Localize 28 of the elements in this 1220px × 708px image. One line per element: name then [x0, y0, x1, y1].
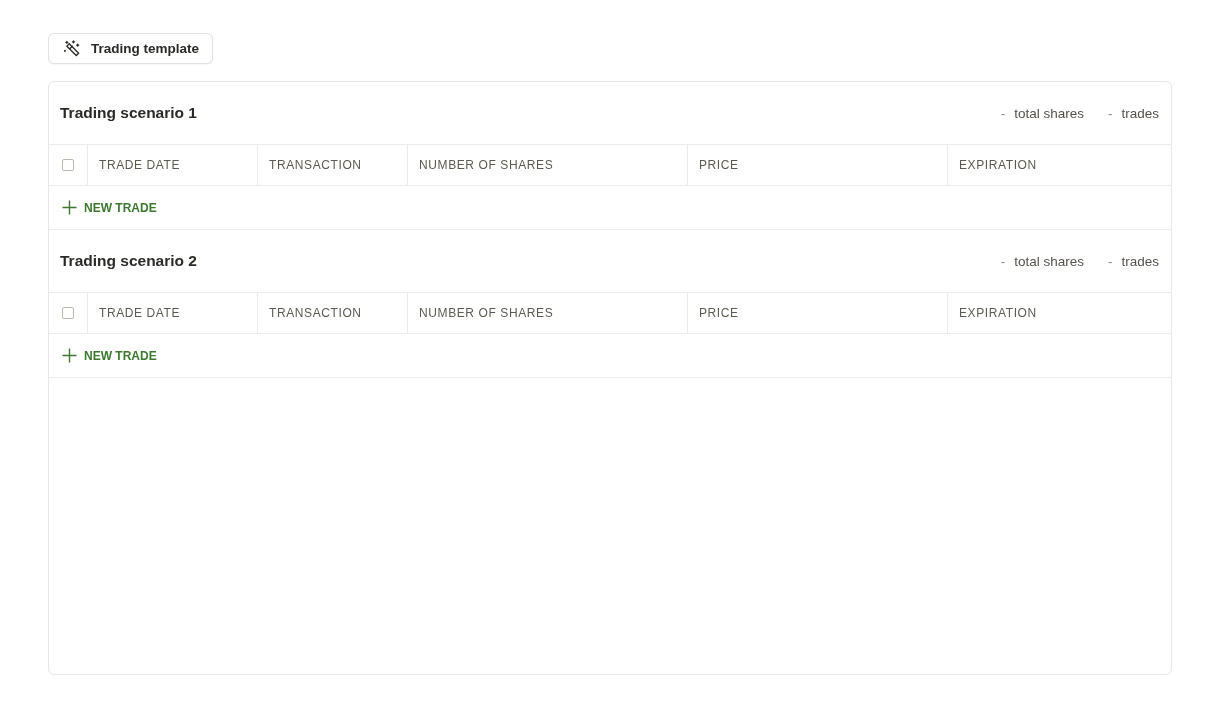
stat-label: trades: [1121, 105, 1159, 121]
new-trade-button[interactable]: NEW TRADE: [62, 348, 157, 363]
stat-value: -: [1107, 253, 1113, 269]
magic-wand-icon: [64, 40, 81, 57]
new-trade-button[interactable]: NEW TRADE: [62, 200, 157, 215]
column-header: EXPIRATION: [958, 157, 1038, 174]
stat-value: -: [1000, 105, 1006, 121]
stat-value: -: [1000, 253, 1006, 269]
column-header: TRANSACTION: [258, 293, 408, 333]
stat-label: total shares: [1014, 253, 1084, 269]
column-header: PRICE: [688, 293, 948, 333]
column-header: NUMBER OF SHARES: [408, 293, 688, 333]
scenario-title: Trading scenario 2: [60, 252, 197, 270]
column-header: TRADE DATE: [88, 145, 258, 185]
plus-icon: [62, 200, 77, 215]
column-header: EXPIRATION: [958, 305, 1038, 322]
select-all-checkbox[interactable]: [62, 159, 74, 171]
plus-icon: [62, 348, 77, 363]
column-header: NUMBER OF SHARES: [408, 145, 688, 185]
column-header: TRANSACTION: [258, 145, 408, 185]
stat-value: -: [1107, 105, 1113, 121]
column-header: TRADE DATE: [88, 293, 258, 333]
column-header: PRICE: [688, 145, 948, 185]
scenario-title: Trading scenario 1: [60, 104, 197, 122]
stat-label: total shares: [1014, 105, 1084, 121]
select-all-checkbox[interactable]: [62, 307, 74, 319]
stat-label: trades: [1121, 253, 1159, 269]
trading-template-button[interactable]: Trading template: [48, 33, 214, 64]
